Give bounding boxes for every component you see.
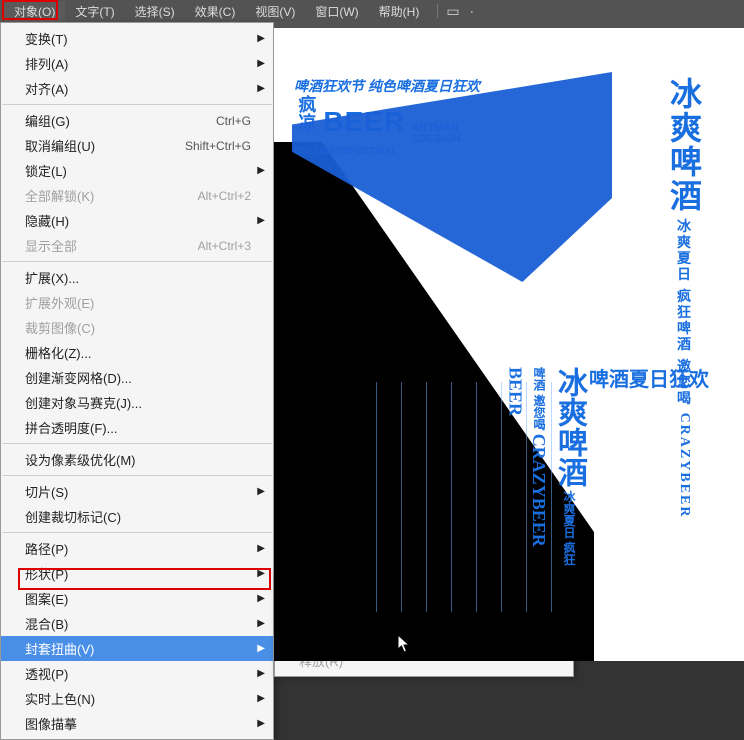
- menu-window[interactable]: 窗口(W): [305, 1, 368, 22]
- menu-item[interactable]: 切片(S) ▶: [1, 479, 273, 504]
- menu-item-label: 栅格化(Z)...: [25, 343, 91, 362]
- submenu-arrow-icon: ▶: [257, 693, 265, 704]
- menu-item-label: 取消编组(U): [25, 136, 95, 155]
- menu-item-label: 图案(E): [25, 589, 68, 608]
- search-icon[interactable]: ·: [464, 3, 479, 18]
- menu-item-label: 透视(P): [25, 664, 68, 683]
- menu-item-shortcut: Alt+Ctrl+2: [198, 189, 251, 203]
- menu-item-label: 形状(P): [25, 564, 68, 583]
- menu-item[interactable]: 创建对象马赛克(J)...: [1, 390, 273, 415]
- menu-item[interactable]: 混合(B) ▶: [1, 611, 273, 636]
- separator: [2, 443, 272, 444]
- menu-item[interactable]: 封套扭曲(V) ▶: [1, 636, 273, 661]
- menu-item-label: 图像描摹: [25, 714, 77, 733]
- menu-item-label: 路径(P): [25, 539, 68, 558]
- submenu-arrow-icon: ▶: [257, 568, 265, 579]
- menu-item-label: 扩展(X)...: [25, 268, 79, 287]
- canvas: 啤酒狂欢节 纯色啤酒夏日狂欢 疯凉BEERARTMANSDESIGN COLDB…: [274, 22, 744, 661]
- menu-item[interactable]: 栅格化(Z)...: [1, 340, 273, 365]
- menu-item-label: 隐藏(H): [25, 211, 69, 230]
- menu-item[interactable]: 路径(P) ▶: [1, 536, 273, 561]
- menu-item-label: 锁定(L): [25, 161, 67, 180]
- submenu-arrow-icon: ▶: [257, 543, 265, 554]
- menu-select[interactable]: 选择(S): [125, 1, 185, 22]
- menu-item-label: 实时上色(N): [25, 689, 95, 708]
- menu-item-shortcut: Ctrl+G: [216, 114, 251, 128]
- separator: [2, 475, 272, 476]
- menu-type[interactable]: 文字(T): [65, 1, 124, 22]
- menu-item[interactable]: 隐藏(H) ▶: [1, 208, 273, 233]
- menu-item[interactable]: 拼合透明度(F)...: [1, 415, 273, 440]
- menu-item[interactable]: 变换(T) ▶: [1, 26, 273, 51]
- menu-item-label: 封套扭曲(V): [25, 639, 94, 658]
- menu-item[interactable]: 创建渐变网格(D)...: [1, 365, 273, 390]
- menu-item[interactable]: 图案(E) ▶: [1, 586, 273, 611]
- menu-item[interactable]: 创建裁切标记(C): [1, 504, 273, 529]
- menu-item[interactable]: 锁定(L) ▶: [1, 158, 273, 183]
- submenu-arrow-icon: ▶: [257, 33, 265, 44]
- menu-item-label: 设为像素级优化(M): [25, 450, 136, 469]
- menu-item: 显示全部 Alt+Ctrl+3: [1, 233, 273, 258]
- menu-item: 全部解锁(K) Alt+Ctrl+2: [1, 183, 273, 208]
- menu-item-shortcut: Shift+Ctrl+G: [185, 139, 251, 153]
- menu-item-label: 创建裁切标记(C): [25, 507, 121, 526]
- menu-item[interactable]: 透视(P) ▶: [1, 661, 273, 686]
- window-icon[interactable]: ▭: [446, 3, 459, 20]
- menu-item-label: 编组(G): [25, 111, 70, 130]
- menu-item-label: 扩展外观(E): [25, 293, 94, 312]
- menu-item-label: 排列(A): [25, 54, 68, 73]
- menu-effect[interactable]: 效果(C): [185, 1, 246, 22]
- menu-item[interactable]: 实时上色(N) ▶: [1, 686, 273, 711]
- menu-item-label: 裁剪图像(C): [25, 318, 95, 337]
- menu-item-label: 创建渐变网格(D)...: [25, 368, 132, 387]
- menu-item-label: 变换(T): [25, 29, 68, 48]
- menu-item-shortcut: Alt+Ctrl+3: [198, 239, 251, 253]
- separator: [437, 4, 438, 18]
- menu-item[interactable]: 设为像素级优化(M): [1, 447, 273, 472]
- cursor-pointer-icon: [397, 634, 411, 654]
- submenu-arrow-icon: ▶: [257, 593, 265, 604]
- menu-item[interactable]: 扩展(X)...: [1, 265, 273, 290]
- menu-view[interactable]: 视图(V): [245, 1, 305, 22]
- submenu-arrow-icon: ▶: [257, 643, 265, 654]
- menu-item-label: 全部解锁(K): [25, 186, 94, 205]
- menubar: 对象(O) 文字(T) 选择(S) 效果(C) 视图(V) 窗口(W) 帮助(H…: [0, 0, 744, 22]
- object-menu-dropdown: 变换(T) ▶ 排列(A) ▶ 对齐(A) ▶ 编组(G) Ctrl+G 取消编组(U) Shif…: [0, 22, 274, 740]
- menu-item-label: 拼合透明度(F)...: [25, 418, 117, 437]
- submenu-arrow-icon: ▶: [257, 165, 265, 176]
- submenu-arrow-icon: ▶: [257, 215, 265, 226]
- menu-item[interactable]: 对齐(A) ▶: [1, 76, 273, 101]
- submenu-arrow-icon: ▶: [257, 618, 265, 629]
- separator: [2, 261, 272, 262]
- menu-object[interactable]: 对象(O): [4, 1, 65, 22]
- menu-item-label: 混合(B): [25, 614, 68, 633]
- separator: [2, 104, 272, 105]
- menu-item: 裁剪图像(C): [1, 315, 273, 340]
- submenu-arrow-icon: ▶: [257, 58, 265, 69]
- menu-item[interactable]: 取消编组(U) Shift+Ctrl+G: [1, 133, 273, 158]
- submenu-arrow-icon: ▶: [257, 718, 265, 729]
- menu-item[interactable]: 编组(G) Ctrl+G: [1, 108, 273, 133]
- menu-help[interactable]: 帮助(H): [369, 1, 430, 22]
- menu-item-label: 切片(S): [25, 482, 68, 501]
- separator: [2, 532, 272, 533]
- submenu-arrow-icon: ▶: [257, 668, 265, 679]
- submenu-arrow-icon: ▶: [257, 83, 265, 94]
- submenu-arrow-icon: ▶: [257, 486, 265, 497]
- menu-item-label: 显示全部: [25, 236, 77, 255]
- menu-item[interactable]: 图像描摹 ▶: [1, 711, 273, 736]
- menu-item[interactable]: 排列(A) ▶: [1, 51, 273, 76]
- menu-item-label: 对齐(A): [25, 79, 68, 98]
- artwork-text-bottom: 啤酒夏日狂欢 冰爽啤酒 冰爽夏日 疯狂啤酒 邀您喝 CRAZYBEER BEER: [554, 367, 709, 577]
- menu-item-label: 创建对象马赛克(J)...: [25, 393, 142, 412]
- menu-item: 扩展外观(E): [1, 290, 273, 315]
- menu-item[interactable]: 形状(P) ▶: [1, 561, 273, 586]
